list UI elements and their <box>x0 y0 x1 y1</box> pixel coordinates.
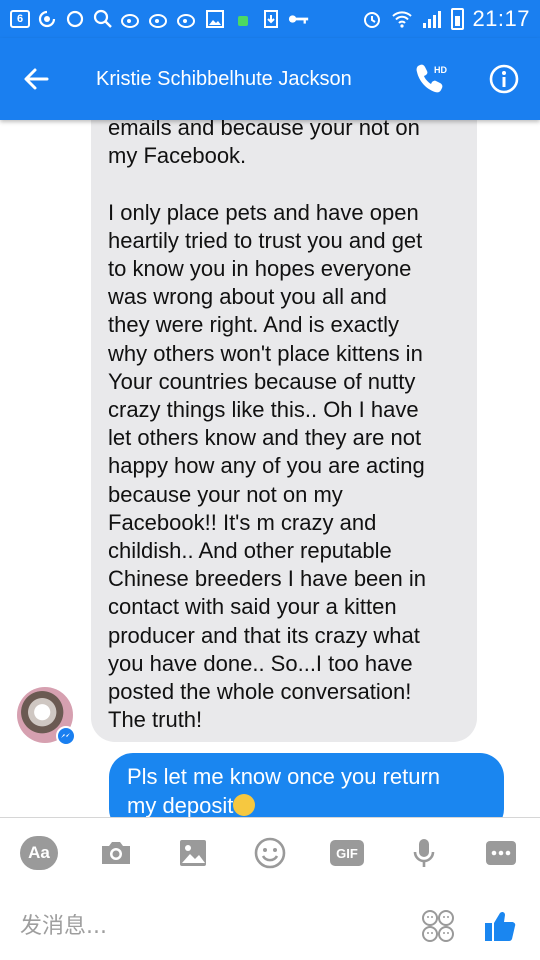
text-style-icon: Aa <box>20 836 58 870</box>
image-button[interactable] <box>174 834 212 872</box>
outgoing-message-text: Pls let me know once you return my depos… <box>127 764 441 817</box>
message-thread[interactable]: emails and because your not on my Facebo… <box>0 120 540 817</box>
arrow-left-icon <box>24 68 49 90</box>
grinning-emoji-icon <box>233 793 256 816</box>
alarm-icon <box>361 8 383 30</box>
gif-icon: GIF <box>330 840 364 866</box>
emoji-icon <box>254 837 286 869</box>
status-bar: 6 21:17 <box>0 0 540 38</box>
status-system-icons: 21:17 <box>361 6 530 32</box>
hd-phone-icon: HD <box>416 64 447 93</box>
avatar[interactable] <box>17 687 76 746</box>
text-style-button[interactable]: Aa <box>20 834 58 872</box>
call-button[interactable]: HD <box>396 38 468 120</box>
hd-badge: HD <box>434 65 447 75</box>
like-button[interactable] <box>480 906 520 946</box>
incoming-message-text: emails and because your not on my Facebo… <box>108 120 426 733</box>
android-icon <box>232 8 254 30</box>
composer-toolbar: Aa GIF <box>0 818 540 888</box>
weibo-icon <box>148 8 170 30</box>
message-input[interactable] <box>20 913 418 939</box>
microphone-button[interactable] <box>405 834 443 872</box>
weibo-icon <box>176 8 198 30</box>
emoji-button[interactable] <box>251 834 289 872</box>
more-button[interactable] <box>482 834 520 872</box>
outgoing-message-bubble[interactable]: Pls let me know once you return my depos… <box>109 753 504 817</box>
gif-button[interactable]: GIF <box>328 834 366 872</box>
message-input-row <box>0 896 540 956</box>
gallery-icon <box>204 8 226 30</box>
signal-icon <box>421 8 443 30</box>
download-icon <box>260 8 282 30</box>
camera-button[interactable] <box>97 834 135 872</box>
wifi-icon <box>391 8 413 30</box>
notification-count-icon: 6 <box>10 10 30 28</box>
messenger-icon <box>64 8 86 30</box>
image-icon <box>180 840 206 866</box>
messenger-badge-icon <box>56 726 76 746</box>
battery-icon <box>451 8 465 30</box>
info-button[interactable] <box>468 38 540 120</box>
more-icon <box>486 841 516 865</box>
composer: Aa GIF <box>0 817 540 960</box>
key-icon <box>288 8 310 30</box>
sticker-faces-icon <box>422 910 454 942</box>
status-notification-icons: 6 <box>10 8 310 30</box>
search-icon <box>92 8 114 30</box>
info-icon <box>489 64 519 94</box>
contact-name[interactable]: Kristie Schibbelhute Jackson <box>72 68 396 91</box>
back-button[interactable] <box>0 38 72 120</box>
conversation-header: Kristie Schibbelhute Jackson HD <box>0 38 540 120</box>
microphone-icon <box>413 839 435 867</box>
status-time: 21:17 <box>472 6 530 31</box>
incoming-message-bubble[interactable]: emails and because your not on my Facebo… <box>91 120 477 742</box>
weibo-icon <box>36 8 58 30</box>
thumbs-up-icon <box>485 911 516 941</box>
sticker-button[interactable] <box>418 906 458 946</box>
weibo-icon <box>120 8 142 30</box>
camera-icon <box>102 842 130 864</box>
